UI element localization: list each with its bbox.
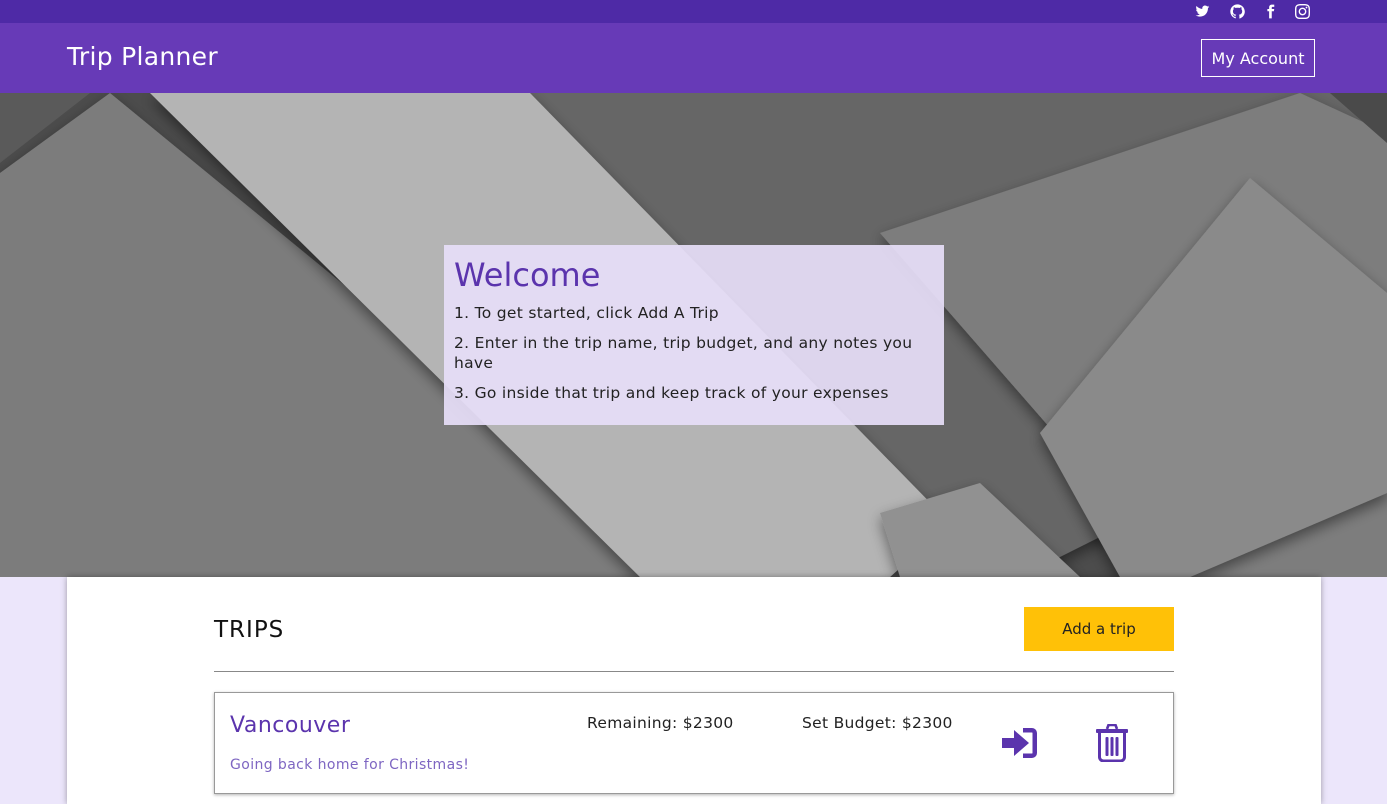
my-account-button[interactable]: My Account bbox=[1201, 39, 1315, 77]
trips-divider bbox=[214, 671, 1174, 672]
trip-remaining: Remaining: $2300 bbox=[587, 714, 734, 732]
welcome-step-3: 3. Go inside that trip and keep track of… bbox=[454, 384, 889, 402]
welcome-step-2: 2. Enter in the trip name, trip budget, … bbox=[454, 334, 913, 372]
add-trip-button[interactable]: Add a trip bbox=[1024, 607, 1174, 651]
trip-budget: Set Budget: $2300 bbox=[802, 714, 953, 732]
github-icon[interactable] bbox=[1228, 2, 1246, 20]
social-bar bbox=[0, 0, 1387, 23]
trips-heading: TRIPS bbox=[214, 617, 285, 643]
facebook-icon[interactable] bbox=[1261, 2, 1279, 20]
hero-banner: Welcome 1. To get started, click Add A T… bbox=[0, 93, 1387, 577]
trip-note: Going back home for Christmas! bbox=[230, 757, 470, 773]
instagram-icon[interactable] bbox=[1293, 2, 1311, 20]
enter-trip-icon[interactable] bbox=[1001, 726, 1039, 760]
welcome-step-1: 1. To get started, click Add A Trip bbox=[454, 304, 719, 322]
brand-title[interactable]: Trip Planner bbox=[67, 42, 218, 71]
trip-card: Vancouver Going back home for Christmas!… bbox=[214, 692, 1174, 794]
twitter-icon[interactable] bbox=[1193, 2, 1211, 20]
main-navbar: Trip Planner My Account bbox=[0, 23, 1387, 93]
trash-icon[interactable] bbox=[1095, 723, 1129, 763]
trip-name: Vancouver bbox=[230, 713, 351, 738]
trips-section: TRIPS Add a trip Vancouver Going back ho… bbox=[67, 577, 1321, 804]
welcome-panel: Welcome 1. To get started, click Add A T… bbox=[444, 245, 944, 425]
welcome-title: Welcome bbox=[454, 256, 601, 294]
